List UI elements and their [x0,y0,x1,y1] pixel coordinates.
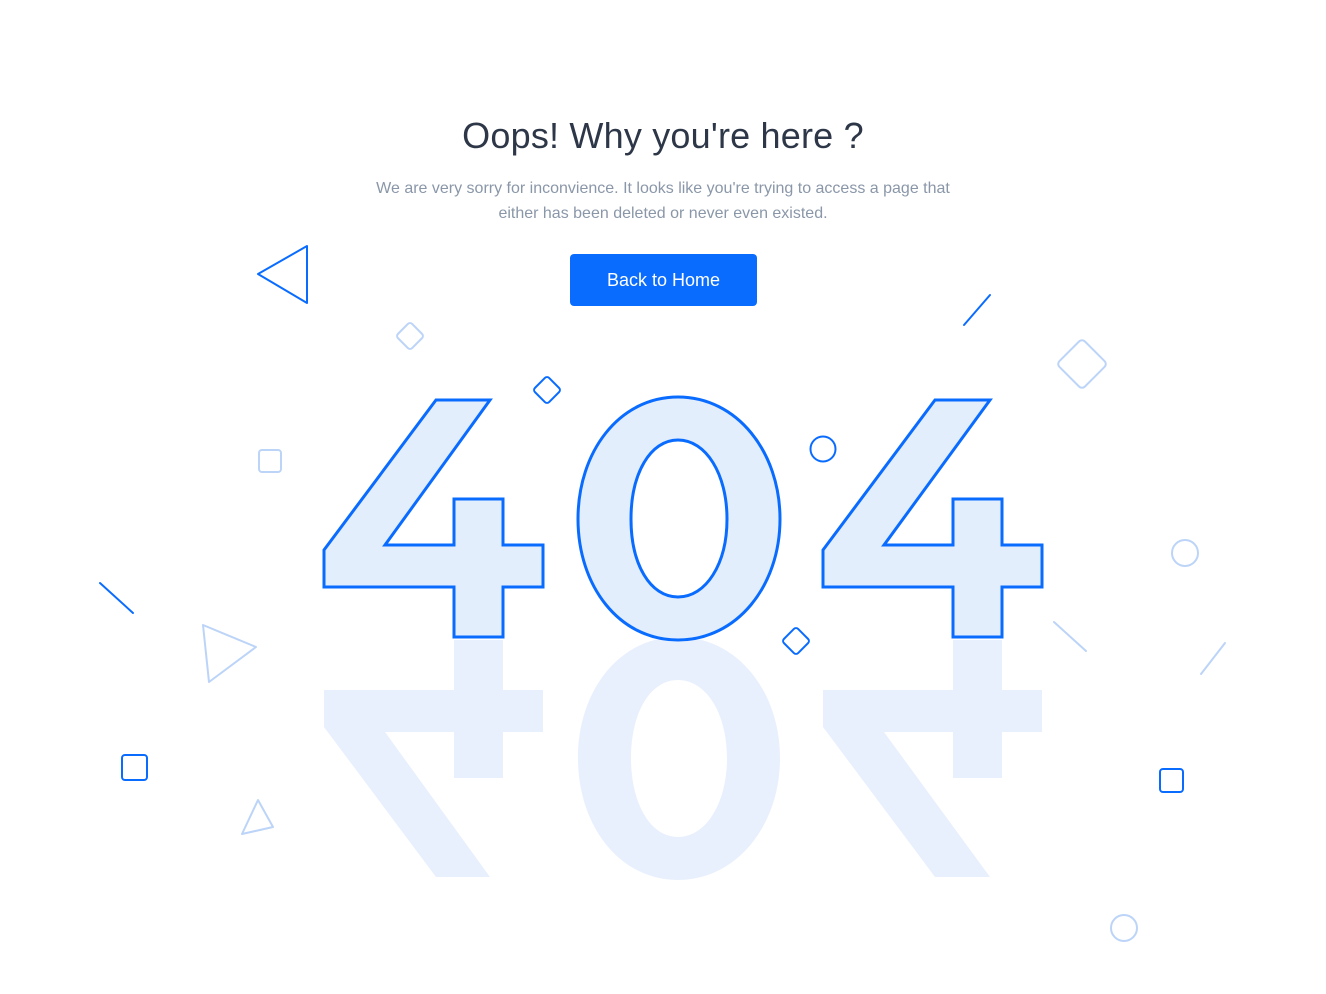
line-dash-icon [99,582,134,614]
diamond-outline-icon [1057,339,1107,389]
digit-four-right [821,398,1044,639]
circle-outline-icon [1110,914,1138,942]
triangle-outline-icon [202,624,257,683]
diamond-outline-icon [533,376,561,404]
diamond-outline-icon [782,627,810,655]
digit-zero [576,395,782,642]
square-outline-icon [1159,768,1184,793]
digits-reflection [324,637,1042,880]
error-description: We are very sorry for inconvience. It lo… [376,180,950,222]
page-title: Oops! Why you're here ? [462,115,864,156]
line-dash-icon [963,294,991,326]
square-outline-icon [258,449,282,473]
back-to-home-button[interactable]: Back to Home [570,254,757,306]
triangle-outline-icon [241,799,274,835]
circle-outline-icon [1171,539,1199,567]
digit-four-left [322,398,545,639]
diamond-outline-icon [396,322,424,350]
line-dash-icon [1053,621,1087,652]
line-dash-icon [1200,642,1226,675]
circle-outline-icon [809,435,837,463]
triangle-outline-icon [257,245,308,304]
square-outline-icon [121,754,148,781]
digits-404 [322,395,1044,642]
